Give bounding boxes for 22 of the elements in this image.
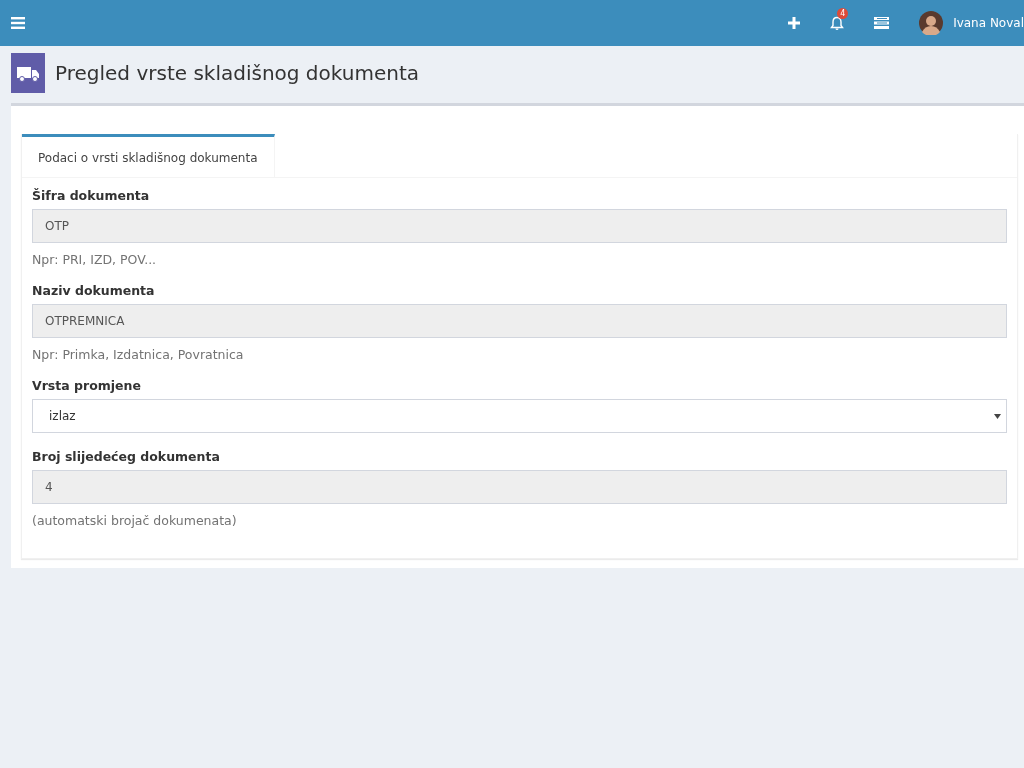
bell-icon[interactable] — [830, 15, 845, 31]
list-icon[interactable] — [874, 17, 890, 29]
input-field[interactable]: 4 — [32, 470, 1007, 504]
input-field[interactable]: OTP — [32, 209, 1007, 243]
caret-icon — [994, 413, 1001, 419]
menu-icon[interactable] — [11, 17, 25, 29]
help-text: Npr: PRI, IZD, POV... — [32, 252, 158, 267]
select-field[interactable]: izlaz — [32, 399, 1007, 433]
help-text: (automatski brojač dokumenata) — [32, 513, 238, 528]
help-text: Npr: Primka, Izdatnica, Povratnica — [32, 347, 245, 362]
plus-icon[interactable] — [788, 17, 801, 29]
truck-icon — [11, 53, 45, 93]
user-name[interactable]: Ivana Noval — [953, 16, 1024, 30]
field-label: Šifra dokumenta — [32, 188, 151, 203]
input-field[interactable]: OTPREMNICA — [32, 304, 1007, 338]
avatar-icon[interactable] — [919, 11, 944, 35]
tab[interactable]: Podaci o vrsti skladišnog dokumenta — [22, 134, 275, 177]
field-label: Naziv dokumenta — [32, 283, 156, 298]
page-title: Pregled vrste skladišnog dokumenta — [55, 61, 419, 85]
notification-badge: 4 — [837, 7, 849, 19]
field-label: Broj slijedećeg dokumenta — [32, 449, 221, 464]
field-label: Vrsta promjene — [32, 378, 142, 393]
